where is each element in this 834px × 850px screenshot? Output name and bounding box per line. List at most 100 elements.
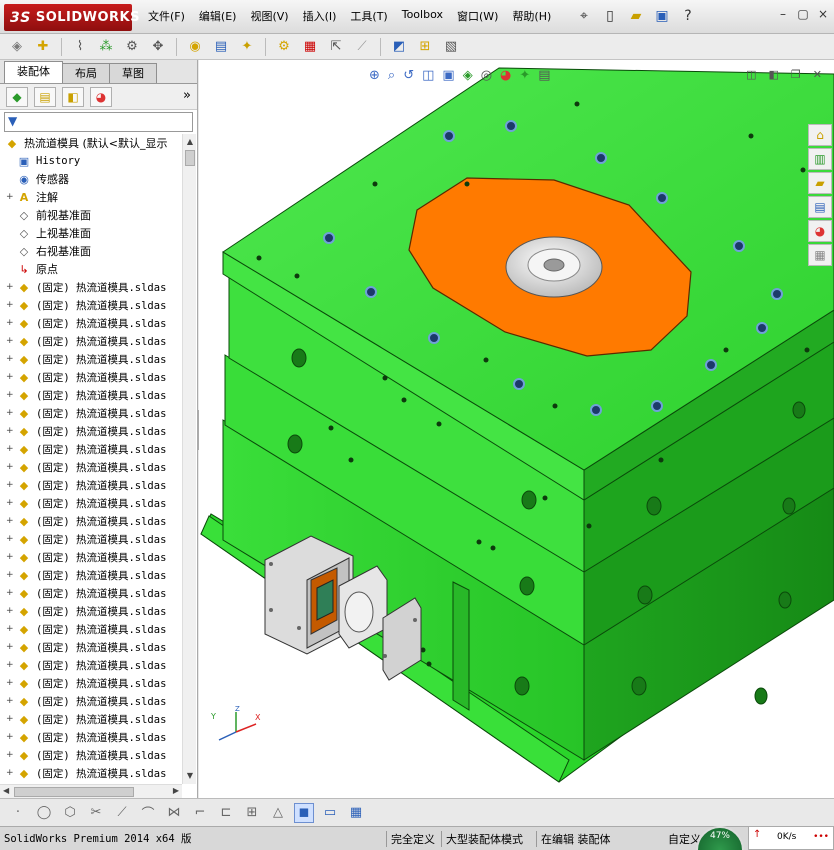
tree-component-row[interactable]: + ◆ (固定) 热流道模具.sldas bbox=[0, 764, 182, 782]
mirror-icon[interactable]: ⋈ bbox=[164, 803, 184, 823]
expand-toggle-icon[interactable]: + bbox=[6, 606, 16, 616]
trim-icon[interactable]: ✂ bbox=[86, 803, 106, 823]
scroll-right-icon[interactable]: ▶ bbox=[173, 786, 179, 795]
fillet-icon[interactable]: ⌒ bbox=[138, 803, 158, 823]
apply-scene-icon[interactable]: ✦ bbox=[519, 68, 530, 83]
menu-view[interactable]: 视图(V) bbox=[250, 8, 288, 24]
graphics-area[interactable]: ⊕ ⌕ ↺ ◫ ▣ ◈ ◎ ◕ ✦ ▤ ◫ ◧ ❐ ✕ ⌂ ▥ ▰ ▤ ◕ ▦ … bbox=[199, 60, 834, 798]
tree-item[interactable]: ◇ 右视基准面 bbox=[0, 242, 182, 260]
file-explorer-icon[interactable]: ▰ bbox=[808, 172, 832, 194]
tree-item[interactable]: ◇ 前视基准面 bbox=[0, 206, 182, 224]
tree-component-row[interactable]: + ◆ (固定) 热流道模具.sldas bbox=[0, 422, 182, 440]
tree-component-row[interactable]: + ◆ (固定) 热流道模具.sldas bbox=[0, 728, 182, 746]
display-pane-icon[interactable]: ▭ bbox=[320, 803, 340, 823]
relation-icon[interactable]: △ bbox=[268, 803, 288, 823]
save-icon[interactable]: ▣ bbox=[652, 6, 672, 26]
tree-component-row[interactable]: + ◆ (固定) 热流道模具.sldas bbox=[0, 512, 182, 530]
offset-icon[interactable]: ⌐ bbox=[190, 803, 210, 823]
expand-toggle-icon[interactable]: + bbox=[6, 336, 16, 346]
expand-toggle-icon[interactable]: + bbox=[6, 480, 16, 490]
tree-item[interactable]: ◉ 传感器 bbox=[0, 170, 182, 188]
edit-component-icon[interactable]: ◈ bbox=[6, 37, 28, 57]
expand-toggle-icon[interactable]: + bbox=[6, 768, 16, 778]
solidworks-logo[interactable]: 3S SOLIDWORKS bbox=[4, 4, 139, 31]
section-view-icon[interactable]: ◫ bbox=[422, 68, 434, 83]
feature-manager-icon[interactable]: ◆ bbox=[6, 86, 28, 107]
tree-item[interactable]: + A 注解 bbox=[0, 188, 182, 206]
new-motion-study-icon[interactable]: ⚙ bbox=[273, 37, 295, 57]
explode-line-icon[interactable]: ⟋ bbox=[351, 37, 373, 57]
grid-icon[interactable]: ⊞ bbox=[242, 803, 262, 823]
expand-toggle-icon[interactable]: + bbox=[6, 372, 16, 382]
close-button[interactable]: × bbox=[816, 7, 830, 21]
tree-component-row[interactable]: + ◆ (固定) 热流道模具.sldas bbox=[0, 638, 182, 656]
zoom-to-area-icon[interactable]: ⌕ bbox=[388, 68, 395, 83]
table-icon[interactable]: ▦ bbox=[346, 803, 366, 823]
expand-toggle-icon[interactable]: + bbox=[6, 570, 16, 580]
scroll-thumb[interactable] bbox=[185, 150, 195, 166]
menu-tools[interactable]: 工具(T) bbox=[350, 8, 387, 24]
expand-toggle-icon[interactable]: + bbox=[6, 192, 16, 202]
tree-component-row[interactable]: + ◆ (固定) 热流道模具.sldas bbox=[0, 656, 182, 674]
expand-toggle-icon[interactable]: + bbox=[6, 534, 16, 544]
expand-toggle-icon[interactable]: + bbox=[6, 408, 16, 418]
menu-edit[interactable]: 编辑(E) bbox=[199, 8, 237, 24]
tree-component-row[interactable]: + ◆ (固定) 热流道模具.sldas bbox=[0, 710, 182, 728]
expand-toggle-icon[interactable]: + bbox=[6, 282, 16, 292]
tree-component-row[interactable]: + ◆ (固定) 热流道模具.sldas bbox=[0, 620, 182, 638]
help-icon[interactable]: ? bbox=[678, 6, 698, 26]
solidworks-resources-icon[interactable]: ⌂ bbox=[808, 124, 832, 146]
appearances-icon[interactable]: ◕ bbox=[808, 220, 832, 242]
tree-vertical-scrollbar[interactable]: ▲ ▼ bbox=[182, 134, 196, 784]
tree-component-row[interactable]: + ◆ (固定) 热流道模具.sldas bbox=[0, 548, 182, 566]
display-manager-icon[interactable]: ◕ bbox=[90, 86, 112, 107]
mate-icon[interactable]: ⌇ bbox=[69, 37, 91, 57]
expand-toggle-icon[interactable]: + bbox=[6, 552, 16, 562]
close-viewport-icon[interactable]: ✕ bbox=[813, 68, 822, 81]
tab-assembly[interactable]: 装配体 bbox=[4, 61, 63, 83]
tree-component-row[interactable]: + ◆ (固定) 热流道模具.sldas bbox=[0, 584, 182, 602]
tree-component-row[interactable]: + ◆ (固定) 热流道模具.sldas bbox=[0, 404, 182, 422]
expand-toggle-icon[interactable]: + bbox=[6, 444, 16, 454]
menu-file[interactable]: 文件(F) bbox=[148, 8, 185, 24]
hole-alignment-icon[interactable]: ▧ bbox=[440, 37, 462, 57]
hide-show-items-icon[interactable]: ◎ bbox=[481, 68, 492, 83]
tree-component-row[interactable]: + ◆ (固定) 热流道模具.sldas bbox=[0, 296, 182, 314]
tab-sketch[interactable]: 草图 bbox=[109, 63, 157, 83]
tab-layout[interactable]: 布局 bbox=[62, 63, 110, 83]
scroll-up-icon[interactable]: ▲ bbox=[184, 136, 196, 148]
expand-toggle-icon[interactable]: + bbox=[6, 516, 16, 526]
expand-toggle-icon[interactable]: + bbox=[6, 642, 16, 652]
interference-icon[interactable]: ◩ bbox=[388, 37, 410, 57]
restore-viewport-icon[interactable]: ❐ bbox=[791, 68, 801, 81]
tree-filter-input[interactable]: ▼ bbox=[4, 112, 193, 132]
custom-properties-icon[interactable]: ▦ bbox=[808, 244, 832, 266]
expand-toggle-icon[interactable]: + bbox=[6, 624, 16, 634]
expand-toggle-icon[interactable]: + bbox=[6, 426, 16, 436]
shaded-view-icon[interactable]: ◼ bbox=[294, 802, 314, 823]
zoom-to-fit-icon[interactable]: ⊕ bbox=[369, 68, 380, 83]
restore-button[interactable]: ▢ bbox=[796, 7, 810, 21]
clearance-icon[interactable]: ⊞ bbox=[414, 37, 436, 57]
tree-component-row[interactable]: + ◆ (固定) 热流道模具.sldas bbox=[0, 368, 182, 386]
tree-item[interactable]: ↳ 原点 bbox=[0, 260, 182, 278]
tree-component-row[interactable]: + ◆ (固定) 热流道模具.sldas bbox=[0, 746, 182, 764]
edit-appearance-icon[interactable]: ◕ bbox=[500, 68, 511, 83]
expand-toggle-icon[interactable]: + bbox=[6, 696, 16, 706]
expand-toggle-icon[interactable]: + bbox=[6, 318, 16, 328]
view-palette-icon[interactable]: ▤ bbox=[808, 196, 832, 218]
minimize-button[interactable]: – bbox=[776, 7, 790, 21]
split-horizontal-icon[interactable]: ◫ bbox=[746, 68, 756, 81]
tree-component-row[interactable]: + ◆ (固定) 热流道模具.sldas bbox=[0, 440, 182, 458]
menu-insert[interactable]: 插入(I) bbox=[303, 8, 337, 24]
tree-component-row[interactable]: + ◆ (固定) 热流道模具.sldas bbox=[0, 458, 182, 476]
tree-component-row[interactable]: + ◆ (固定) 热流道模具.sldas bbox=[0, 494, 182, 512]
more-icon[interactable]: ••• bbox=[813, 832, 829, 842]
point-icon[interactable]: · bbox=[8, 803, 28, 823]
view-settings-icon[interactable]: ▤ bbox=[538, 68, 550, 83]
expand-toggle-icon[interactable]: + bbox=[6, 678, 16, 688]
tree-component-row[interactable]: + ◆ (固定) 热流道模具.sldas bbox=[0, 314, 182, 332]
expand-toggle-icon[interactable]: + bbox=[6, 732, 16, 742]
expand-toggle-icon[interactable]: + bbox=[6, 300, 16, 310]
smart-fasteners-icon[interactable]: ⚙ bbox=[121, 37, 143, 57]
